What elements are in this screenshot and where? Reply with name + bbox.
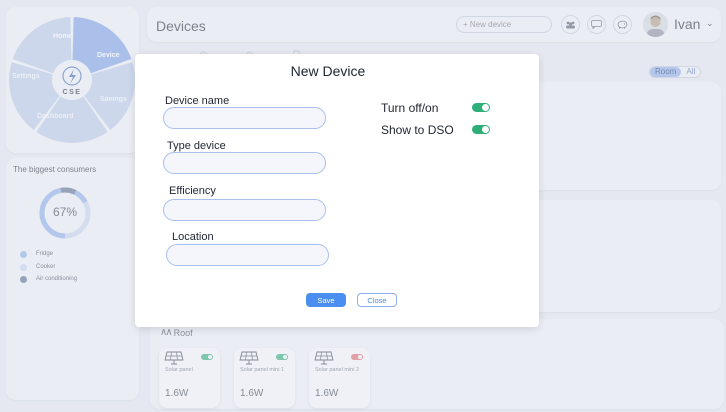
new-device-modal: New Device Device name Type device Effic…	[135, 54, 539, 327]
turn-on-off-toggle[interactable]	[472, 103, 490, 112]
device-name-label: Device name	[165, 95, 230, 107]
show-dso-label: Show to DSO	[381, 123, 454, 137]
show-dso-toggle[interactable]	[472, 125, 490, 134]
efficiency-field[interactable]	[163, 199, 326, 221]
location-label: Location	[172, 231, 214, 243]
device-name-field[interactable]	[163, 107, 326, 129]
type-device-label: Type device	[167, 140, 226, 152]
location-field[interactable]	[166, 244, 329, 266]
type-device-field[interactable]	[163, 152, 326, 174]
efficiency-label: Efficiency	[169, 185, 216, 197]
close-button[interactable]: Close	[357, 293, 397, 307]
turn-on-off-label: Turn off/on	[381, 101, 439, 115]
modal-title: New Device	[290, 63, 366, 79]
save-button[interactable]: Save	[306, 293, 346, 307]
